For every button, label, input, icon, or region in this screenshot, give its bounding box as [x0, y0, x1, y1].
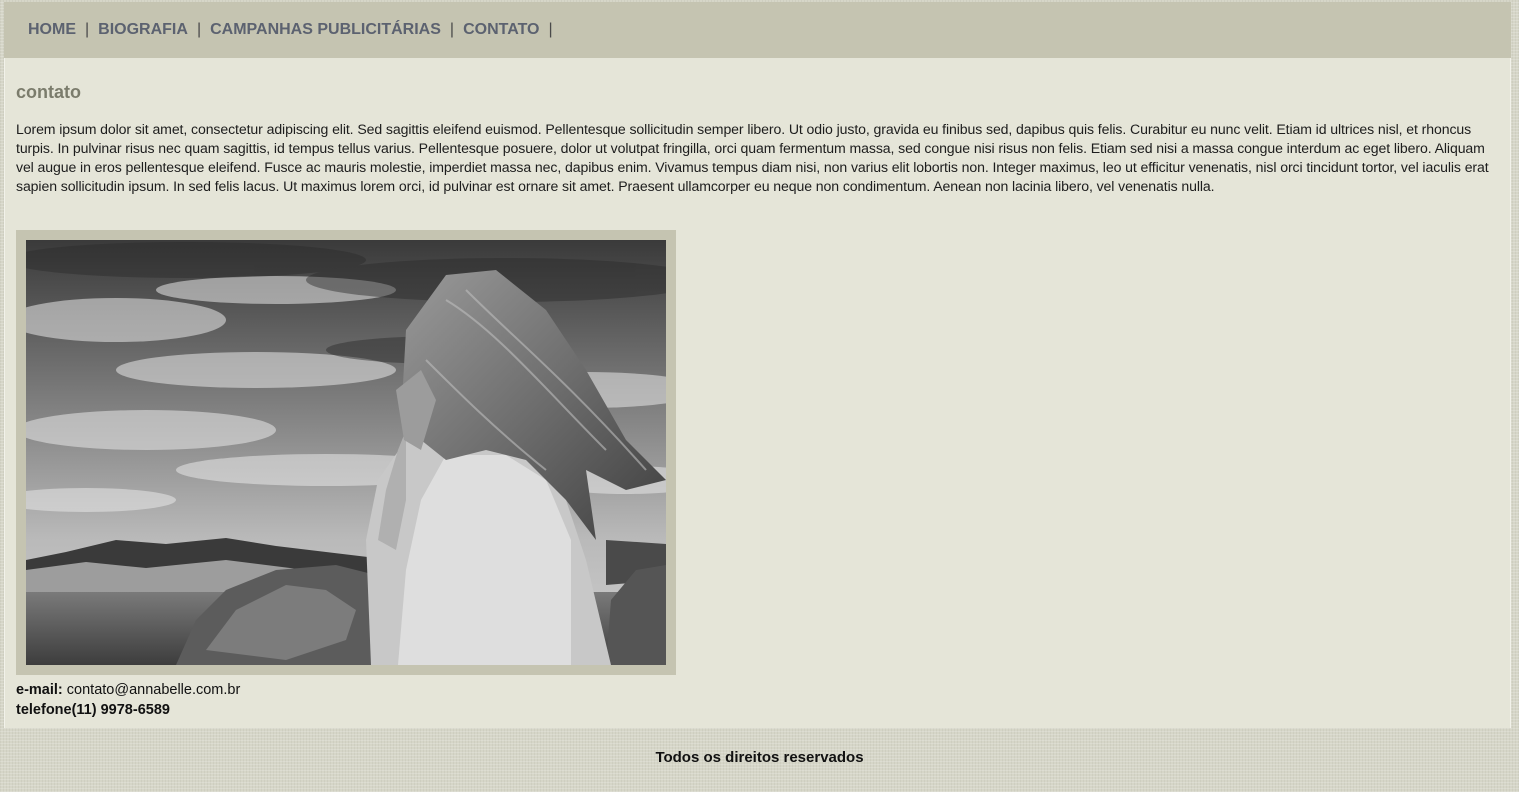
- top-navigation: HOME | BIOGRAFIA | CAMPANHAS PUBLICITÁRI…: [4, 2, 1511, 58]
- email-label: e-mail:: [16, 682, 63, 698]
- body-text: Lorem ipsum dolor sit amet, consectetur …: [16, 121, 1489, 194]
- nav-separator: |: [548, 21, 553, 38]
- phone-row: telefone(11) 9978-6589: [16, 700, 240, 720]
- footer-copyright: Todos os direitos reservados: [655, 749, 864, 766]
- main-content: contato Lorem ipsum dolor sit amet, cons…: [4, 58, 1511, 728]
- nav-contato[interactable]: CONTATO: [463, 21, 539, 39]
- email-value[interactable]: contato@annabelle.com.br: [67, 682, 241, 698]
- contact-info: e-mail: contato@annabelle.com.br telefon…: [16, 680, 240, 720]
- nav-home[interactable]: HOME: [28, 21, 76, 39]
- page-wrapper: HOME | BIOGRAFIA | CAMPANHAS PUBLICITÁRI…: [4, 2, 1511, 728]
- woman-at-sea-photo: [26, 240, 666, 665]
- phone-value: (11) 9978-6589: [71, 702, 170, 718]
- page-title: contato: [16, 82, 81, 102]
- nav-separator: |: [85, 21, 90, 38]
- nav-separator: |: [196, 21, 202, 38]
- nav-separator: |: [449, 21, 455, 38]
- contact-photo: [16, 230, 676, 675]
- email-row: e-mail: contato@annabelle.com.br: [16, 680, 240, 700]
- nav-biografia[interactable]: BIOGRAFIA: [98, 21, 188, 39]
- nav-campanhas[interactable]: CAMPANHAS PUBLICITÁRIAS: [210, 21, 441, 39]
- phone-label: telefone: [16, 702, 72, 718]
